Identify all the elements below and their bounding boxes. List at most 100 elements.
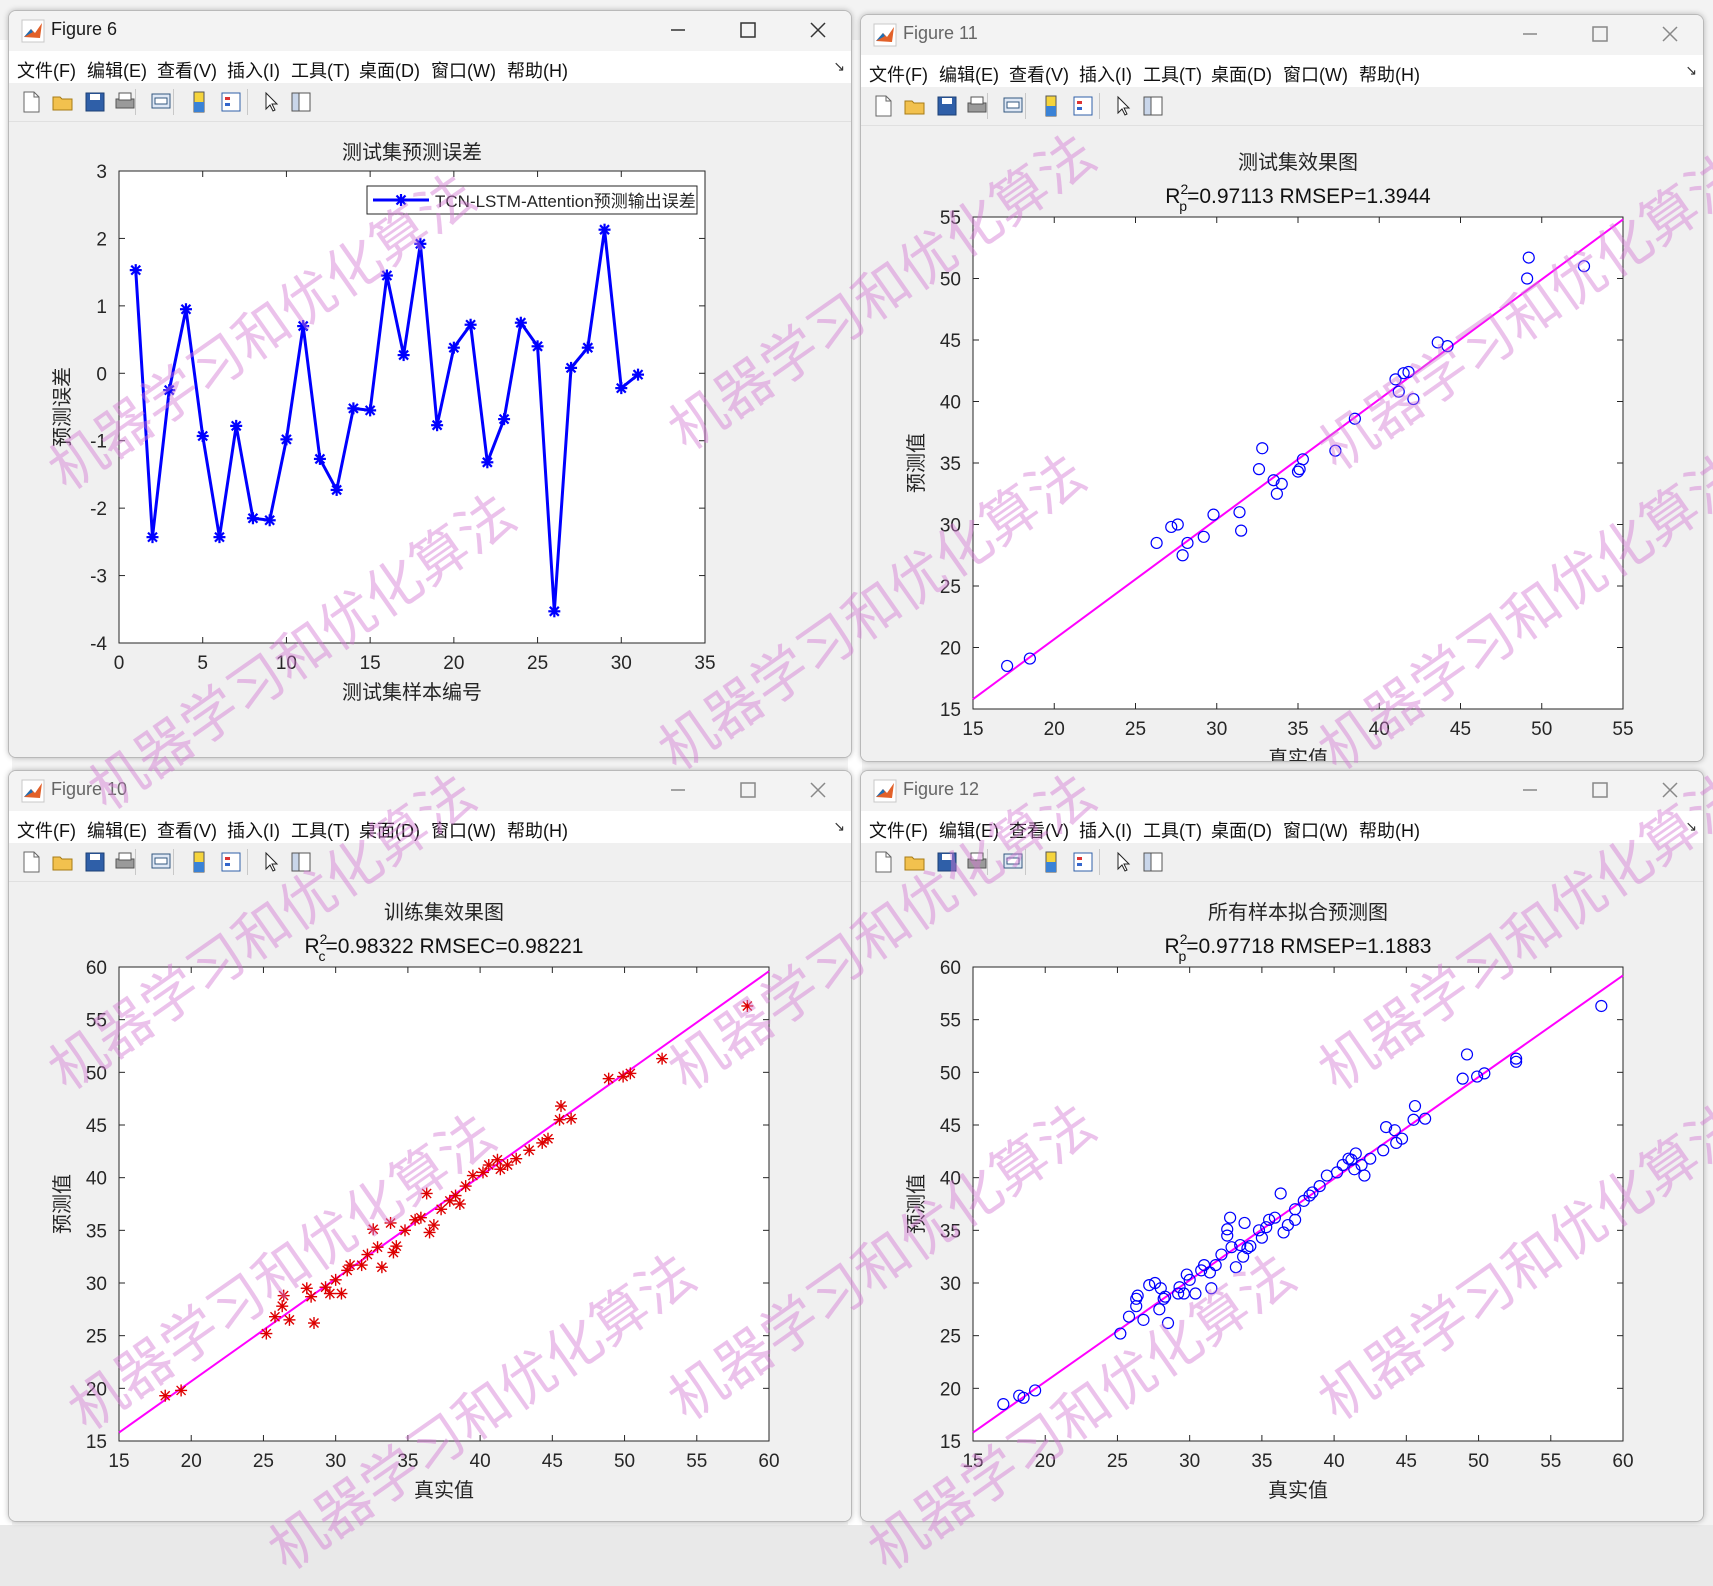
menu-item[interactable]: 文件(F) [869,61,928,87]
new-file-icon[interactable] [19,90,43,114]
menu-item[interactable]: 查看(V) [157,57,217,83]
menu-item[interactable]: 编辑(E) [939,61,999,87]
menu-item[interactable]: 帮助(H) [1359,817,1420,843]
window-titlebar[interactable]: Figure 11 [861,15,1703,55]
open-folder-icon[interactable] [903,850,927,874]
menu-item[interactable]: 文件(F) [17,57,76,83]
property-editor-icon[interactable] [289,90,313,114]
menu-item[interactable]: 查看(V) [1009,817,1069,843]
legend-icon[interactable] [1071,94,1095,118]
property-editor-icon[interactable] [1141,850,1165,874]
menu-item[interactable]: 窗口(W) [1283,817,1348,843]
maximize-icon[interactable] [735,17,761,43]
menu-item[interactable]: 工具(T) [1143,61,1202,87]
menu-item[interactable]: 编辑(E) [87,817,147,843]
close-icon[interactable] [1657,777,1683,803]
legend-icon[interactable] [219,90,243,114]
minimize-icon[interactable] [665,777,691,803]
save-icon[interactable] [83,850,107,874]
pointer-icon[interactable] [1111,850,1135,874]
x-tick-label: 20 [181,1451,202,1472]
close-icon[interactable] [805,17,831,43]
menu-overflow-icon[interactable]: ↘ [833,59,845,75]
new-file-icon[interactable] [871,850,895,874]
figure-11-window[interactable]: Figure 11 文件(F) 编辑(E) 查看(V) 插入(I) 工具(T) 桌面(D)… [860,14,1704,762]
new-file-icon[interactable] [19,850,43,874]
window-title: Figure 12 [903,779,980,799]
property-editor-icon[interactable] [289,850,313,874]
print-preview-icon[interactable] [1001,94,1025,118]
open-folder-icon[interactable] [903,94,927,118]
window-titlebar[interactable]: Figure 12 [861,771,1703,811]
menu-item[interactable]: 插入(I) [227,817,280,843]
colorbar-icon[interactable] [1039,94,1063,118]
menu-overflow-icon[interactable]: ↘ [1685,819,1697,835]
print-preview-icon[interactable] [149,850,173,874]
maximize-icon[interactable] [1587,21,1613,47]
menu-item[interactable]: 编辑(E) [87,57,147,83]
pointer-icon[interactable] [1111,94,1135,118]
menu-bar: 文件(F) 编辑(E) 查看(V) 插入(I) 工具(T) 桌面(D) 窗口(W) 帮助(H)… [9,51,851,83]
print-icon[interactable] [113,850,137,874]
colorbar-icon[interactable] [187,90,211,114]
print-icon[interactable] [965,94,989,118]
maximize-icon[interactable] [735,777,761,803]
menu-item[interactable]: 工具(T) [1143,817,1202,843]
window-titlebar[interactable]: Figure 6 [9,11,851,51]
print-preview-icon[interactable] [149,90,173,114]
menu-item[interactable]: 桌面(D) [1211,61,1272,87]
legend-icon[interactable] [1071,850,1095,874]
save-icon[interactable] [935,94,959,118]
menu-item[interactable]: 插入(I) [227,57,280,83]
save-icon[interactable] [83,90,107,114]
minimize-icon[interactable] [665,17,691,43]
minimize-icon[interactable] [1517,21,1543,47]
pointer-icon[interactable] [259,90,283,114]
chart-title: 测试集效果图 [1238,150,1358,174]
menu-overflow-icon[interactable]: ↘ [833,819,845,835]
menu-item[interactable]: 查看(V) [157,817,217,843]
legend-icon[interactable] [219,850,243,874]
print-preview-icon[interactable] [1001,850,1025,874]
close-icon[interactable] [1657,21,1683,47]
menu-item[interactable]: 查看(V) [1009,61,1069,87]
menu-item[interactable]: 桌面(D) [359,817,420,843]
toolbar [861,87,1703,126]
menu-item[interactable]: 窗口(W) [431,817,496,843]
menu-item[interactable]: 窗口(W) [431,57,496,83]
menu-item[interactable]: 桌面(D) [1211,817,1272,843]
menu-item[interactable]: 插入(I) [1079,61,1132,87]
window-titlebar[interactable]: Figure 10 [9,771,851,811]
minimize-icon[interactable] [1517,777,1543,803]
figure-6-window[interactable]: Figure 6 文件(F) 编辑(E) 查看(V) 插入(I) 工具(T) 桌面(D) 窗… [8,10,852,758]
menu-item[interactable]: 编辑(E) [939,817,999,843]
save-icon[interactable] [935,850,959,874]
menu-item[interactable]: 帮助(H) [507,57,568,83]
y-tick-label: 35 [940,1221,961,1242]
colorbar-icon[interactable] [187,850,211,874]
figure-12-window[interactable]: Figure 12 文件(F) 编辑(E) 查看(V) 插入(I) 工具(T) 桌面(D)… [860,770,1704,1522]
menu-item[interactable]: 工具(T) [291,57,350,83]
menu-item[interactable]: 窗口(W) [1283,61,1348,87]
menu-item[interactable]: 工具(T) [291,817,350,843]
menu-item[interactable]: 帮助(H) [507,817,568,843]
close-icon[interactable] [805,777,831,803]
pointer-icon[interactable] [259,850,283,874]
menu-item[interactable]: 文件(F) [17,817,76,843]
new-file-icon[interactable] [871,94,895,118]
colorbar-icon[interactable] [1039,850,1063,874]
print-icon[interactable] [113,90,137,114]
maximize-icon[interactable] [1587,777,1613,803]
x-tick-label: 55 [686,1451,707,1472]
open-folder-icon[interactable] [51,850,75,874]
menu-item[interactable]: 文件(F) [869,817,928,843]
menu-item[interactable]: 桌面(D) [359,57,420,83]
property-editor-icon[interactable] [1141,94,1165,118]
menu-overflow-icon[interactable]: ↘ [1685,63,1697,79]
open-folder-icon[interactable] [51,90,75,114]
figure-10-window[interactable]: Figure 10 文件(F) 编辑(E) 查看(V) 插入(I) 工具(T) 桌面(D)… [8,770,852,1522]
menu-item[interactable]: 插入(I) [1079,817,1132,843]
x-tick-label: 50 [614,1451,635,1472]
print-icon[interactable] [965,850,989,874]
menu-item[interactable]: 帮助(H) [1359,61,1420,87]
